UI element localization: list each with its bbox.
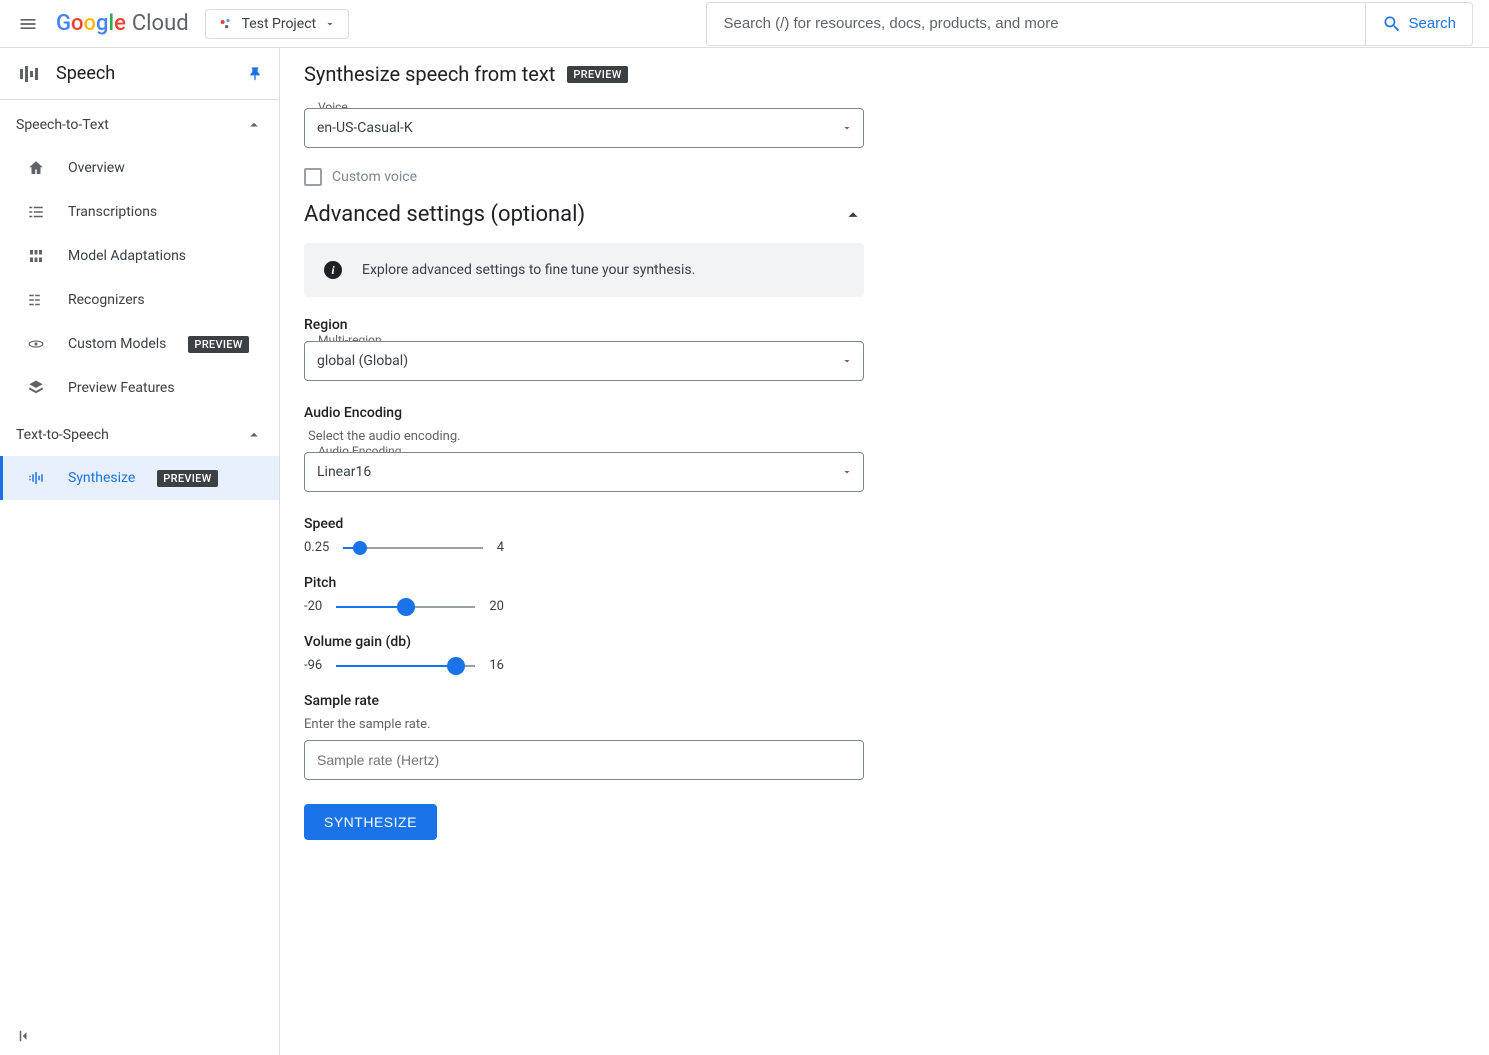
speed-slider[interactable]	[343, 547, 482, 549]
audio-encoding-select[interactable]: Linear16	[304, 452, 864, 492]
wave-icon	[26, 468, 46, 488]
nav-label: Model Adaptations	[68, 248, 186, 264]
speed-heading: Speed	[304, 516, 1176, 532]
nav-item-custom-models[interactable]: Custom Models PREVIEW	[0, 322, 279, 366]
project-picker[interactable]: Test Project	[205, 9, 349, 39]
volume-min: -96	[304, 658, 322, 673]
custom-voice-label: Custom voice	[332, 169, 417, 185]
nav-item-synthesize[interactable]: Synthesize PREVIEW	[0, 456, 279, 500]
grid-icon	[26, 290, 46, 310]
nav-item-preview-features[interactable]: Preview Features	[0, 366, 279, 410]
table-icon	[26, 246, 46, 266]
search-button[interactable]: Search	[1366, 2, 1473, 46]
nav-item-overview[interactable]: Overview	[0, 146, 279, 190]
advanced-settings-toggle[interactable]: Advanced settings (optional)	[304, 202, 864, 227]
advanced-settings-title: Advanced settings (optional)	[304, 202, 585, 227]
volume-slider[interactable]	[336, 665, 475, 667]
nav-label: Preview Features	[68, 380, 175, 396]
nav-section-label: Speech-to-Text	[16, 117, 109, 133]
pitch-slider[interactable]	[336, 606, 475, 608]
sidebar-header: Speech	[0, 48, 279, 100]
list-icon	[26, 202, 46, 222]
region-value: global (Global)	[317, 353, 408, 369]
speech-icon	[16, 62, 40, 86]
pitch-heading: Pitch	[304, 575, 1176, 591]
nav-label: Transcriptions	[68, 204, 157, 220]
sample-rate-heading: Sample rate	[304, 693, 1176, 709]
google-cloud-logo[interactable]: GoogleCloud	[56, 11, 189, 36]
voice-select[interactable]: en-US-Casual-K	[304, 108, 864, 148]
region-heading: Region	[304, 317, 1176, 333]
speed-min: 0.25	[304, 540, 329, 555]
info-banner: i Explore advanced settings to fine tune…	[304, 243, 864, 297]
chevron-up-icon	[245, 426, 263, 444]
info-text: Explore advanced settings to fine tune y…	[362, 262, 695, 278]
checkbox-icon[interactable]	[304, 168, 322, 186]
chevron-down-icon	[841, 355, 853, 367]
nav-section-label: Text-to-Speech	[16, 427, 109, 443]
chevron-up-icon	[842, 204, 864, 226]
chevron-down-icon	[324, 18, 336, 30]
chevron-down-icon	[841, 466, 853, 478]
nav-item-model-adaptations[interactable]: Model Adaptations	[0, 234, 279, 278]
volume-heading: Volume gain (db)	[304, 634, 1176, 650]
chevron-down-icon	[841, 122, 853, 134]
project-name: Test Project	[242, 16, 316, 32]
audio-encoding-helper: Select the audio encoding.	[308, 429, 1176, 444]
info-icon: i	[324, 261, 342, 279]
pitch-max: 20	[489, 599, 504, 614]
layers-icon	[26, 378, 46, 398]
nav-label: Recognizers	[68, 292, 145, 308]
voice-value: en-US-Casual-K	[317, 120, 413, 136]
sample-rate-helper: Enter the sample rate.	[304, 717, 1176, 732]
main-content: Synthesize speech from text PREVIEW Voic…	[280, 48, 1489, 1055]
nav-section-speech-to-text[interactable]: Speech-to-Text	[0, 100, 279, 146]
home-icon	[26, 158, 46, 178]
nav-label: Custom Models	[68, 336, 166, 352]
page-badge: PREVIEW	[567, 66, 627, 83]
audio-encoding-value: Linear16	[317, 464, 371, 480]
region-select[interactable]: global (Global)	[304, 341, 864, 381]
top-header: GoogleCloud Test Project Search	[0, 0, 1489, 48]
nav-label: Overview	[68, 160, 125, 176]
speed-max: 4	[497, 540, 504, 555]
pin-icon[interactable]	[247, 66, 263, 82]
atom-icon	[26, 334, 46, 354]
audio-encoding-heading: Audio Encoding	[304, 405, 1176, 421]
page-header: Synthesize speech from text PREVIEW	[280, 48, 1489, 100]
sidebar: Speech Speech-to-Text Overview Transcrip…	[0, 48, 280, 1055]
nav-section-text-to-speech[interactable]: Text-to-Speech	[0, 410, 279, 456]
sample-rate-input[interactable]	[304, 740, 864, 780]
pitch-min: -20	[304, 599, 322, 614]
chevron-up-icon	[245, 116, 263, 134]
search-input[interactable]	[706, 2, 1366, 46]
menu-icon[interactable]	[16, 12, 40, 36]
synthesize-button[interactable]: SYNTHESIZE	[304, 804, 437, 840]
product-name: Speech	[56, 63, 231, 84]
preview-badge: PREVIEW	[157, 470, 217, 487]
collapse-sidebar-icon[interactable]	[0, 1017, 279, 1055]
nav-item-transcriptions[interactable]: Transcriptions	[0, 190, 279, 234]
nav-item-recognizers[interactable]: Recognizers	[0, 278, 279, 322]
volume-max: 16	[489, 658, 504, 673]
search-icon	[1382, 14, 1402, 34]
search-button-label: Search	[1408, 15, 1456, 32]
nav-label: Synthesize	[68, 470, 135, 486]
page-title: Synthesize speech from text	[304, 62, 555, 86]
custom-voice-checkbox-row[interactable]: Custom voice	[304, 168, 1176, 186]
preview-badge: PREVIEW	[188, 336, 248, 353]
